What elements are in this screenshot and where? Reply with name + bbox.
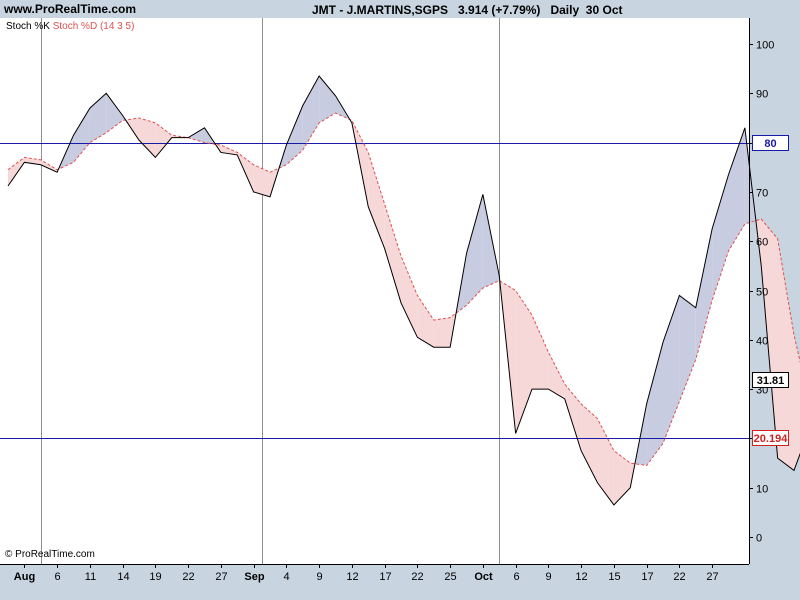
x-tick-label: Oct — [474, 571, 493, 583]
x-tick-label: 15 — [608, 571, 620, 583]
fill-d-above — [794, 334, 800, 471]
stochastic-chart: 0102030405060708090100 Aug61114192227Sep… — [0, 18, 800, 583]
x-tick-label: 19 — [149, 571, 161, 583]
ticker-name: JMT - J.MARTINS,SGPS — [312, 3, 449, 17]
legend-item: Stoch %D (14 3 5) — [50, 21, 134, 32]
x-tick-label: Aug — [14, 571, 35, 583]
x-tick-label: 17 — [641, 571, 653, 583]
x-tick-label: 22 — [411, 571, 423, 583]
y-tick-label: 60 — [756, 237, 768, 249]
x-tick-label: 9 — [545, 571, 551, 583]
legend-text: Stoch %K Stoch %D (14 3 5) — [6, 21, 134, 32]
x-tick-label: 17 — [379, 571, 391, 583]
x-tick-label: 6 — [54, 571, 60, 583]
x-tick-label: 22 — [182, 571, 194, 583]
title-bar: www.ProRealTime.com JMT - J.MARTINS,SGPS… — [0, 0, 800, 18]
ticker-date: 30 Oct — [585, 3, 623, 17]
y-tick-label: 70 — [756, 188, 768, 200]
x-tick-label: 27 — [706, 571, 718, 583]
x-tick-label: 14 — [117, 571, 129, 583]
copyright: © ProRealTime.com — [5, 549, 95, 560]
last-value-label-k: 31.81 — [757, 375, 785, 387]
fill-d-above — [433, 317, 451, 348]
ticker-info: JMT - J.MARTINS,SGPS 3.914 (+7.79%) Dail… — [312, 3, 622, 17]
x-tick-label: Sep — [244, 571, 264, 583]
legend: Stoch %K Stoch %D (14 3 5) — [6, 21, 134, 32]
x-tick-label: 25 — [444, 571, 456, 583]
site-name[interactable]: www.ProRealTime.com — [4, 2, 136, 16]
y-tick-label: 50 — [756, 287, 768, 299]
x-tick-label: 22 — [673, 571, 685, 583]
y-tick-label: 10 — [756, 484, 768, 496]
y-tick-label: 0 — [756, 533, 762, 545]
y-tick-label: 100 — [756, 40, 774, 52]
x-axis-ticks: Aug 6 11 14 19 22 27 Sep 4 9 12 17 22 25 Oct 6 9 12 15 17 22… — [14, 564, 719, 583]
plot-background — [0, 18, 749, 564]
ticker-price: 3.914 (+7.79%) — [458, 3, 541, 17]
x-tick-label: 6 — [513, 571, 519, 583]
x-tick-label: 4 — [283, 571, 289, 583]
level-label-80: 80 — [764, 138, 776, 150]
x-tick-label: 27 — [215, 571, 227, 583]
y-tick-label: 40 — [756, 336, 768, 348]
last-value-label-d: 20.194 — [754, 433, 789, 445]
x-tick-label: 12 — [575, 571, 587, 583]
x-tick-label: 11 — [85, 571, 96, 583]
legend-item: Stoch %K — [6, 21, 50, 32]
y-tick-label: 90 — [756, 89, 768, 101]
ticker-period: Daily — [550, 3, 580, 17]
x-tick-label: 12 — [346, 571, 358, 583]
x-tick-label: 9 — [316, 571, 322, 583]
